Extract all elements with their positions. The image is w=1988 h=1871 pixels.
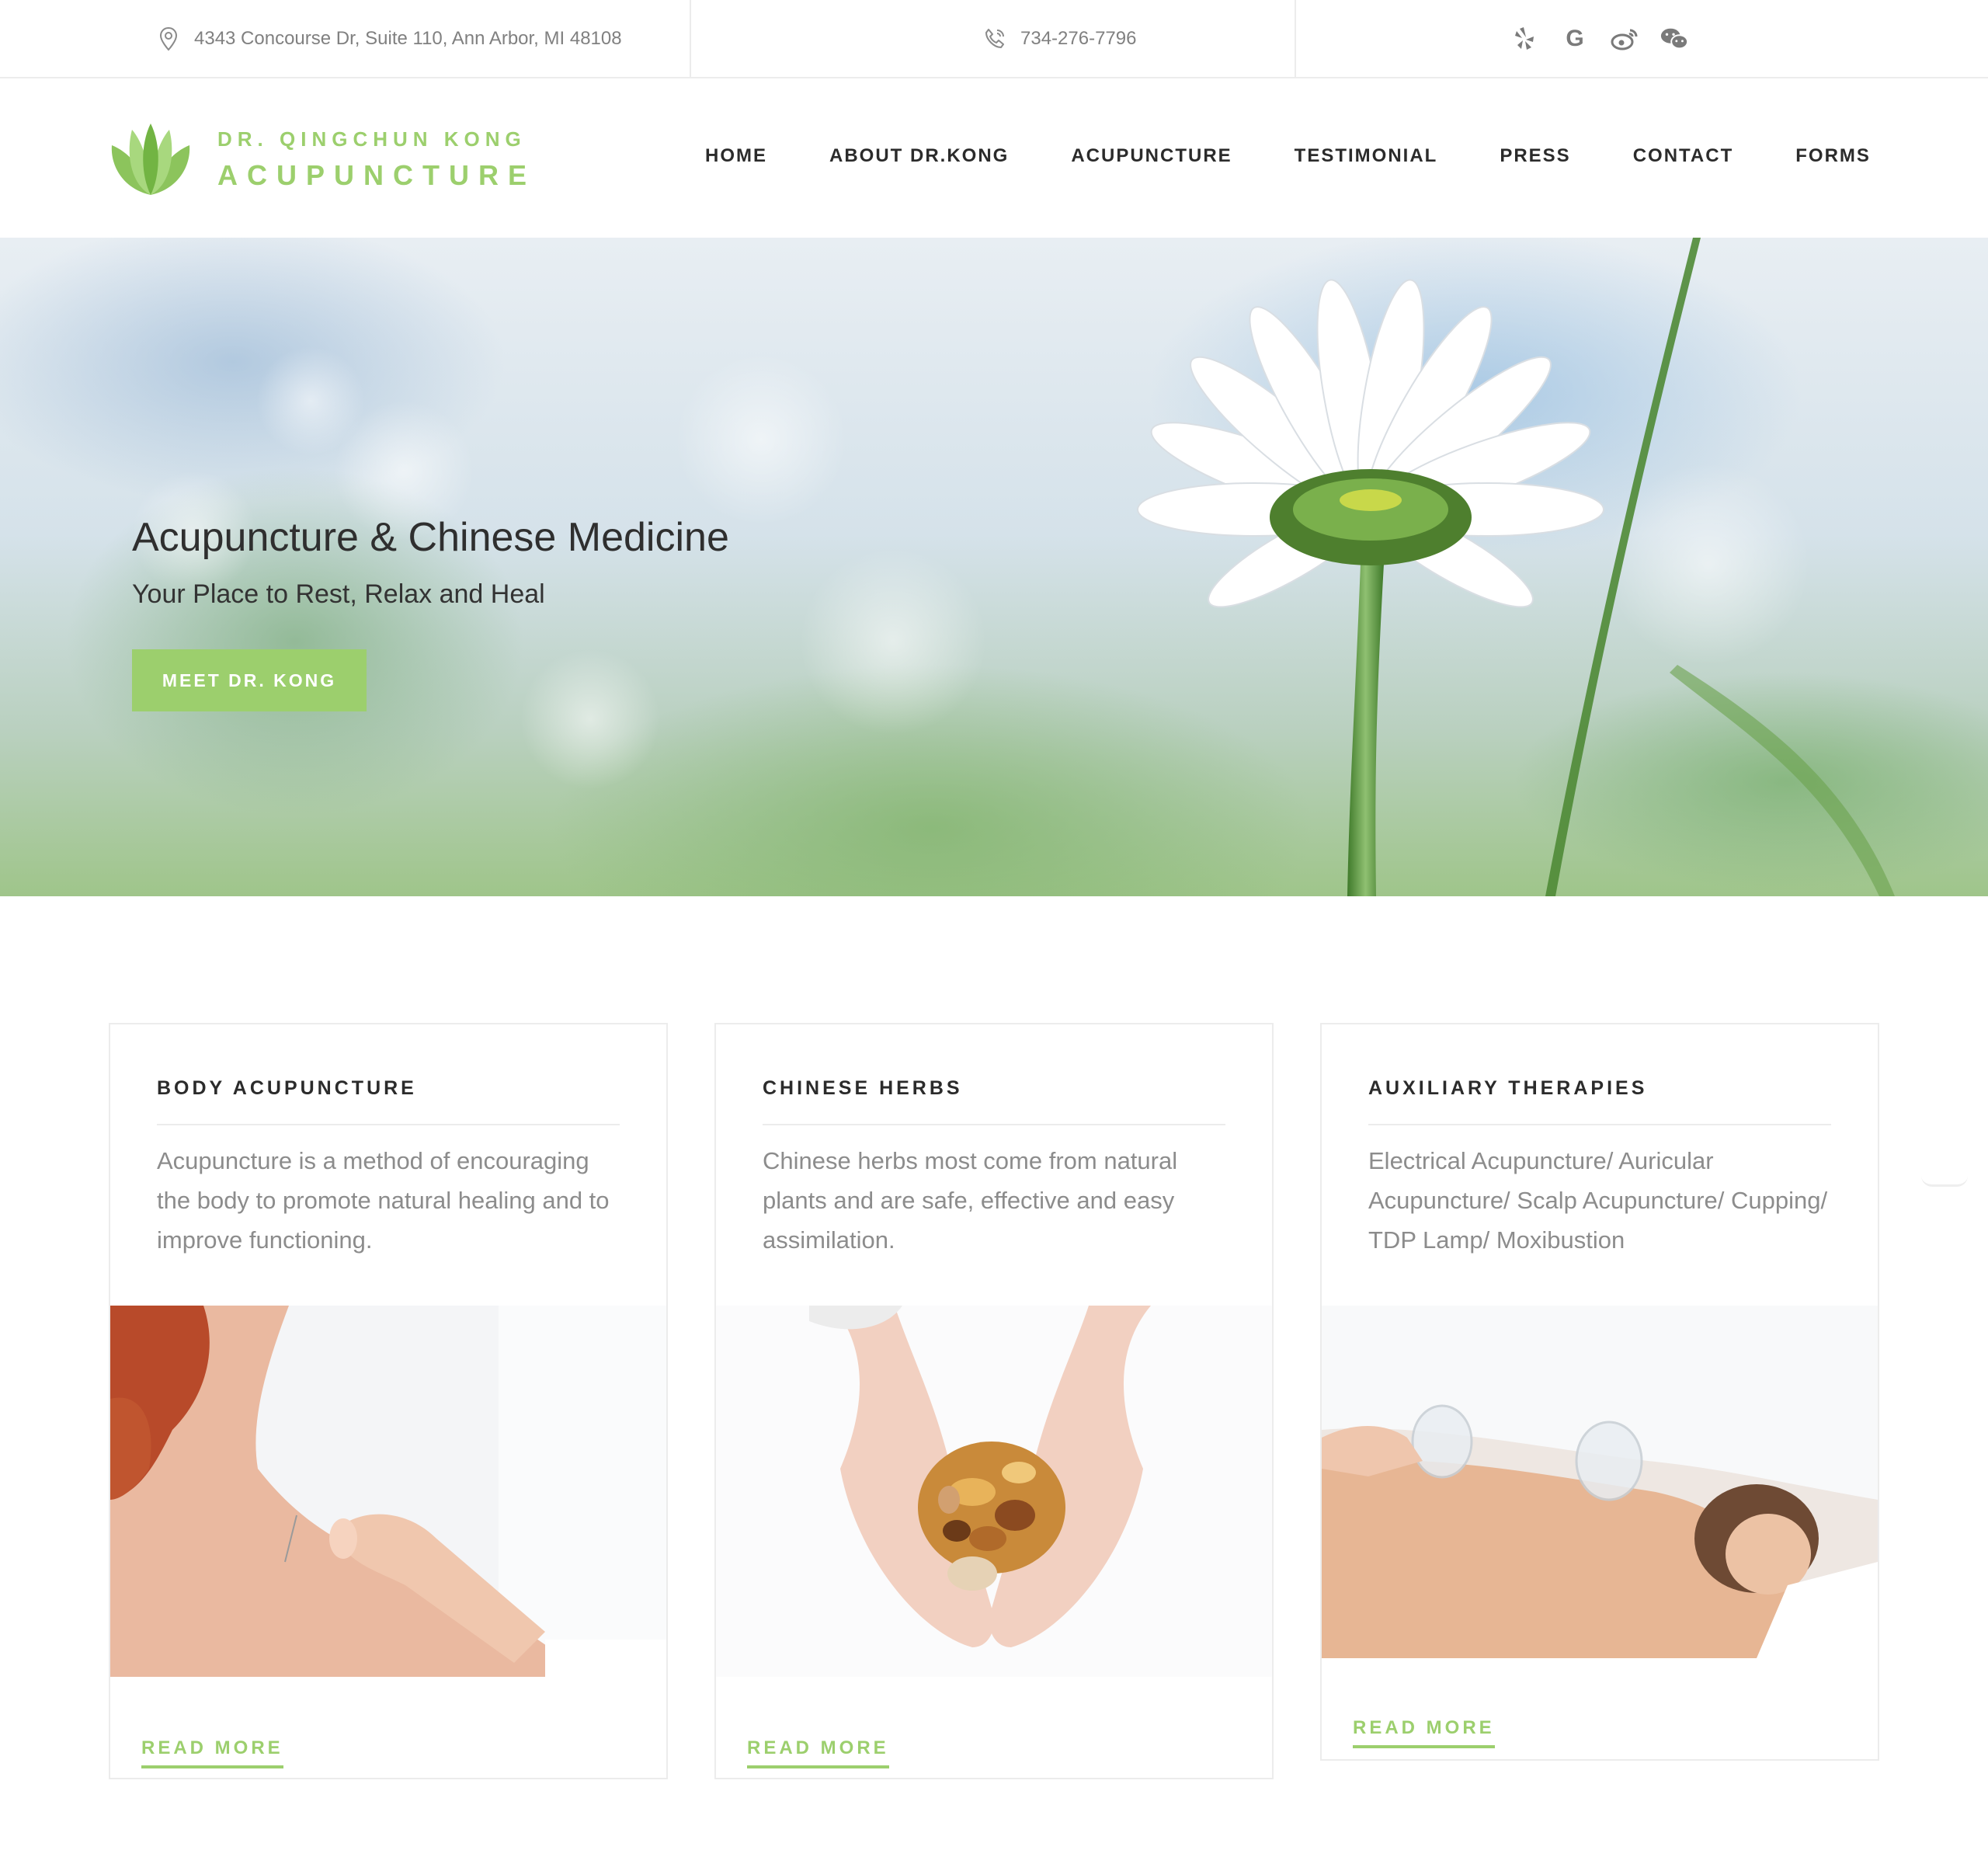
yelp-icon[interactable] (1510, 24, 1540, 54)
nav-press[interactable]: PRESS (1500, 145, 1570, 167)
card-title: BODY ACUPUNCTURE (157, 1077, 417, 1099)
nav-contact[interactable]: CONTACT (1633, 145, 1734, 167)
auxiliary-therapies-photo (1322, 1306, 1878, 1658)
location-pin-icon (155, 26, 182, 52)
phone-number[interactable]: 734-276-7796 (1020, 28, 1136, 50)
nav-about[interactable]: ABOUT DR.KONG (829, 145, 1009, 167)
card-divider (157, 1124, 620, 1125)
card-title: AUXILIARY THERAPIES (1368, 1077, 1648, 1099)
nav-forms[interactable]: FORMS (1795, 145, 1871, 167)
scroll-indicator[interactable] (1921, 1176, 1968, 1187)
lotus-logo-icon (111, 123, 190, 195)
hero-subtitle: Your Place to Rest, Relax and Heal (132, 579, 545, 609)
card-description: Electrical Acupuncture/ Auricular Acupun… (1368, 1147, 1828, 1254)
read-more-link[interactable]: READ MORE (747, 1737, 889, 1768)
card-divider (1368, 1124, 1831, 1125)
phone-cell[interactable]: 734-276-7796 (691, 0, 1296, 77)
social-links: G (1296, 0, 1988, 77)
hero-title: Acupuncture & Chinese Medicine (132, 515, 729, 560)
service-card-body-acupuncture: BODY ACUPUNCTURE Acupuncture is a method… (109, 1023, 668, 1779)
daisy-hero-image (132, 238, 1895, 896)
nav-home[interactable]: HOME (705, 145, 767, 167)
service-card-chinese-herbs: CHINESE HERBS Chinese herbs most come fr… (714, 1023, 1274, 1779)
google-icon[interactable]: G (1560, 24, 1590, 54)
main-nav: HOME ABOUT DR.KONG ACUPUNCTURE TESTIMONI… (705, 145, 1933, 167)
card-divider (763, 1124, 1225, 1125)
address-cell: 4343 Concourse Dr, Suite 110, Ann Arbor,… (0, 0, 691, 77)
read-more-link[interactable]: READ MORE (1353, 1717, 1495, 1748)
weibo-icon[interactable] (1610, 24, 1639, 54)
site-header: DR. QINGCHUN KONG ACUPUNCTURE HOME ABOUT… (0, 78, 1988, 238)
body-acupuncture-photo (110, 1306, 666, 1677)
meet-dr-kong-button[interactable]: MEET DR. KONG (132, 649, 367, 711)
hero-banner: Acupuncture & Chinese Medicine Your Plac… (0, 238, 1988, 896)
nav-acupuncture[interactable]: ACUPUNCTURE (1071, 145, 1232, 167)
site-logo[interactable]: DR. QINGCHUN KONG ACUPUNCTURE (107, 122, 536, 196)
service-card-auxiliary-therapies: AUXILIARY THERAPIES Electrical Acupunctu… (1320, 1023, 1879, 1761)
logo-tagline: ACUPUNCTURE (217, 158, 536, 191)
logo-name: DR. QINGCHUN KONG (217, 127, 527, 151)
read-more-link[interactable]: READ MORE (141, 1737, 283, 1768)
phone-icon (982, 26, 1008, 52)
card-description: Chinese herbs most come from natural pla… (763, 1147, 1178, 1254)
card-description: Acupuncture is a method of encouraging t… (157, 1147, 610, 1254)
nav-testimonial[interactable]: TESTIMONIAL (1295, 145, 1438, 167)
address-text: 4343 Concourse Dr, Suite 110, Ann Arbor,… (194, 27, 622, 49)
wechat-icon[interactable] (1660, 24, 1689, 54)
chinese-herbs-photo (716, 1306, 1272, 1677)
top-info-bar: 4343 Concourse Dr, Suite 110, Ann Arbor,… (0, 0, 1988, 78)
card-title: CHINESE HERBS (763, 1077, 963, 1099)
